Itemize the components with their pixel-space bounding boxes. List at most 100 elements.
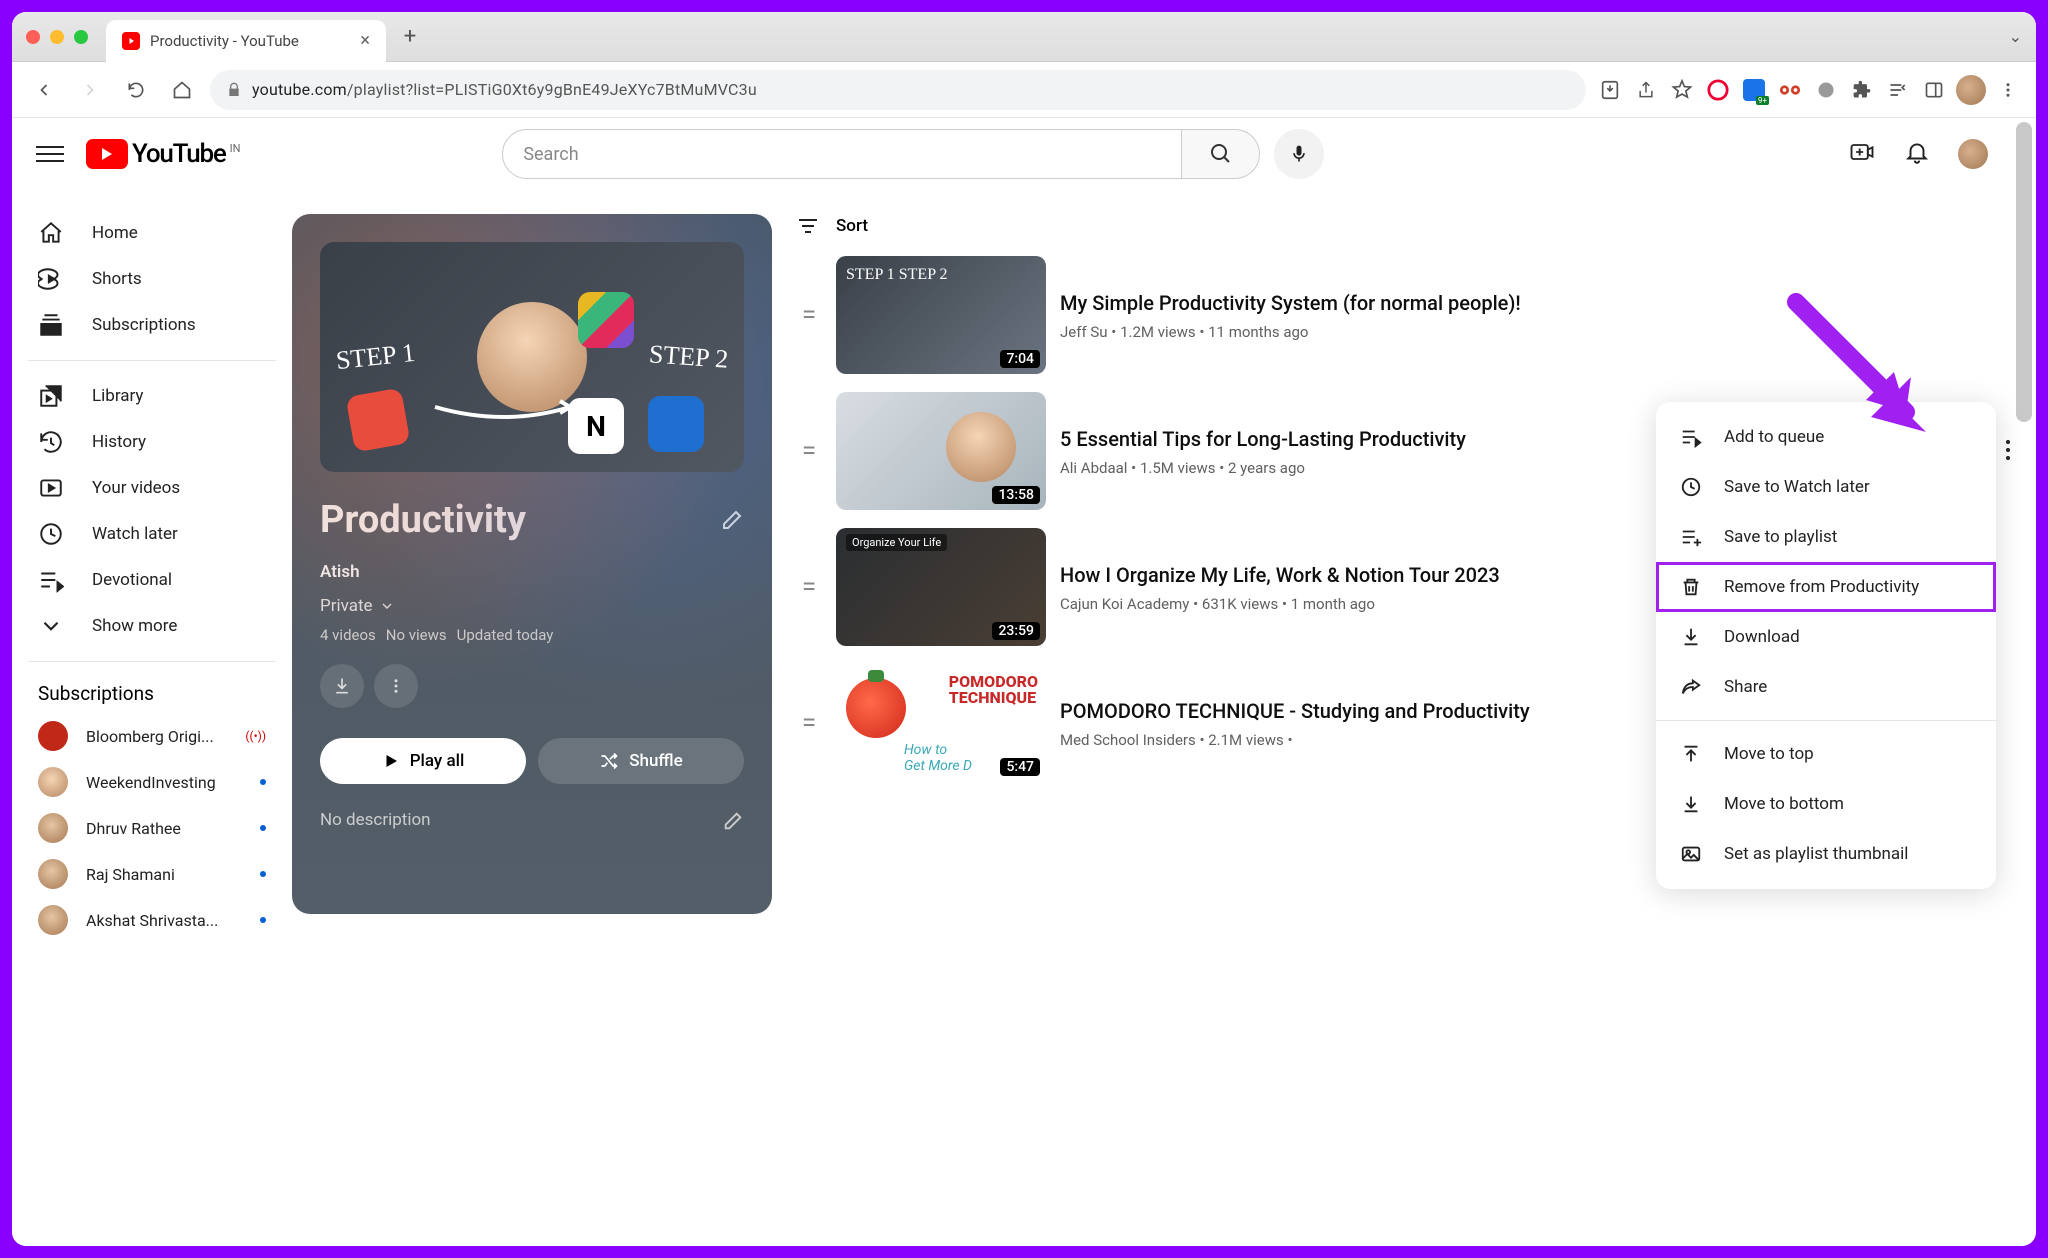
address-bar[interactable]: youtube.com/playlist?list=PLISTiG0Xt6y9g…	[210, 70, 1586, 110]
extension-eyes-icon[interactable]	[1776, 76, 1804, 104]
sidebar-sub-item[interactable]: Dhruv Rathee	[24, 805, 280, 851]
lock-icon	[226, 82, 242, 98]
playlist-owner[interactable]: Atish	[320, 562, 744, 582]
chevron-down-icon	[38, 613, 64, 639]
maximize-window-icon[interactable]	[74, 30, 88, 44]
youtube-masthead: YouTube IN Search	[12, 118, 2012, 190]
new-dot-icon	[260, 825, 266, 831]
arrow-top-icon	[1678, 741, 1704, 767]
video-thumbnail[interactable]: 23:59	[836, 528, 1046, 646]
profile-avatar[interactable]	[1956, 75, 1986, 105]
reading-list-icon[interactable]	[1884, 76, 1912, 104]
drag-handle-icon[interactable]: =	[796, 708, 822, 738]
play-all-button[interactable]: Play all	[320, 738, 526, 784]
arrow-bottom-icon	[1678, 791, 1704, 817]
extension-blue-icon[interactable]: 9+	[1740, 76, 1768, 104]
sidepanel-icon[interactable]	[1920, 76, 1948, 104]
playlist-more-button[interactable]	[374, 664, 418, 708]
menu-item-watch-later[interactable]: Save to Watch later	[1656, 462, 1996, 512]
account-avatar[interactable]	[1958, 139, 1988, 169]
tabs-overflow-icon[interactable]: ⌄	[2009, 27, 2022, 46]
new-tab-button[interactable]: +	[392, 19, 428, 55]
forward-button[interactable]	[72, 72, 108, 108]
home-icon	[38, 220, 64, 246]
bookmark-star-icon[interactable]	[1668, 76, 1696, 104]
voice-search-button[interactable]	[1274, 129, 1324, 179]
drag-handle-icon[interactable]: =	[796, 436, 822, 466]
extension-grey-icon[interactable]	[1812, 76, 1840, 104]
menu-item-download[interactable]: Download	[1656, 612, 1996, 662]
create-button[interactable]	[1848, 138, 1876, 170]
playlist-video-list: Sort = 7:04 My Simple Productivity Syste…	[796, 214, 2036, 1222]
playlist-description: No description	[320, 810, 431, 837]
edit-description-button[interactable]	[722, 810, 744, 837]
close-tab-icon[interactable]: ×	[360, 30, 370, 51]
reload-button[interactable]	[118, 72, 154, 108]
shorts-icon	[38, 266, 64, 292]
install-icon[interactable]	[1596, 76, 1624, 104]
menu-item-move-bottom[interactable]: Move to bottom	[1656, 779, 1996, 829]
page-scrollbar[interactable]	[2016, 122, 2032, 422]
subscriptions-icon	[38, 312, 64, 338]
trash-icon	[1678, 574, 1704, 600]
sidebar-item-history[interactable]: History	[24, 419, 280, 465]
drag-handle-icon[interactable]: =	[796, 300, 822, 330]
menu-item-save-playlist[interactable]: Save to playlist	[1656, 512, 1996, 562]
menu-item-remove[interactable]: Remove from Productivity	[1656, 562, 1996, 612]
youtube-favicon-icon	[122, 32, 140, 50]
notifications-button[interactable]	[1904, 139, 1930, 169]
sidebar-item-shorts[interactable]: Shorts	[24, 256, 280, 302]
sort-button[interactable]: Sort	[796, 214, 1986, 238]
playlist-title: Productivity	[320, 498, 526, 542]
share-page-icon[interactable]	[1632, 76, 1660, 104]
image-icon	[1678, 841, 1704, 867]
sidebar-sub-item[interactable]: WeekendInvesting	[24, 759, 280, 805]
extensions-puzzle-icon[interactable]	[1848, 76, 1876, 104]
browser-menu-icon[interactable]	[1994, 76, 2022, 104]
live-badge-icon: ((•))	[245, 729, 266, 743]
minimize-window-icon[interactable]	[50, 30, 64, 44]
menu-item-set-thumbnail[interactable]: Set as playlist thumbnail	[1656, 829, 1996, 879]
url-text: youtube.com/playlist?list=PLISTiG0Xt6y9g…	[252, 80, 757, 99]
your-videos-icon	[38, 475, 64, 501]
drag-handle-icon[interactable]: =	[796, 572, 822, 602]
sidebar-item-show-more[interactable]: Show more	[24, 603, 280, 649]
playlist-visibility-dropdown[interactable]: Private	[320, 596, 744, 616]
sidebar-item-subscriptions[interactable]: Subscriptions	[24, 302, 280, 348]
extension-opera-icon[interactable]	[1704, 76, 1732, 104]
edit-title-button[interactable]	[720, 498, 744, 542]
sidebar-item-your-videos[interactable]: Your videos	[24, 465, 280, 511]
sidebar-item-devotional[interactable]: Devotional	[24, 557, 280, 603]
menu-item-share[interactable]: Share	[1656, 662, 1996, 712]
clock-icon	[1678, 474, 1704, 500]
search-button[interactable]	[1182, 129, 1260, 179]
shuffle-button[interactable]: Shuffle	[538, 738, 744, 784]
youtube-logo[interactable]: YouTube IN	[86, 139, 241, 169]
sidebar-item-library[interactable]: Library	[24, 373, 280, 419]
back-button[interactable]	[26, 72, 62, 108]
menu-item-move-top[interactable]: Move to top	[1656, 729, 1996, 779]
sidebar-item-watch-later[interactable]: Watch later	[24, 511, 280, 557]
download-icon	[1678, 624, 1704, 650]
youtube-play-icon	[86, 139, 128, 169]
search-input[interactable]: Search	[502, 129, 1182, 179]
browser-tab[interactable]: Productivity - YouTube ×	[106, 20, 386, 62]
video-thumbnail[interactable]: 7:04	[836, 256, 1046, 374]
window-controls	[26, 30, 88, 44]
home-button[interactable]	[164, 72, 200, 108]
close-window-icon[interactable]	[26, 30, 40, 44]
sidebar: Home Shorts Subscriptions Library Histor…	[12, 190, 292, 1246]
sidebar-sub-item[interactable]: Akshat Shrivasta...	[24, 897, 280, 943]
annotation-arrow-icon	[1776, 282, 1946, 456]
playlist-meta: 4 videosNo viewsUpdated today	[320, 626, 744, 644]
video-thumbnail[interactable]: 13:58	[836, 392, 1046, 510]
playlist-hero-thumbnail[interactable]: STEP 1 STEP 2 N	[320, 242, 744, 472]
download-playlist-button[interactable]	[320, 664, 364, 708]
sidebar-item-home[interactable]: Home	[24, 210, 280, 256]
video-thumbnail[interactable]: POMODOROTECHNIQUE How toGet More D 5:47	[836, 664, 1046, 782]
sidebar-sub-item[interactable]: Raj Shamani	[24, 851, 280, 897]
sidebar-sub-item[interactable]: Bloomberg Origi...((•))	[24, 713, 280, 759]
video-context-menu: Add to queue Save to Watch later Save to…	[1656, 402, 1996, 889]
guide-menu-button[interactable]	[36, 140, 64, 168]
playlist-add-icon	[1678, 524, 1704, 550]
